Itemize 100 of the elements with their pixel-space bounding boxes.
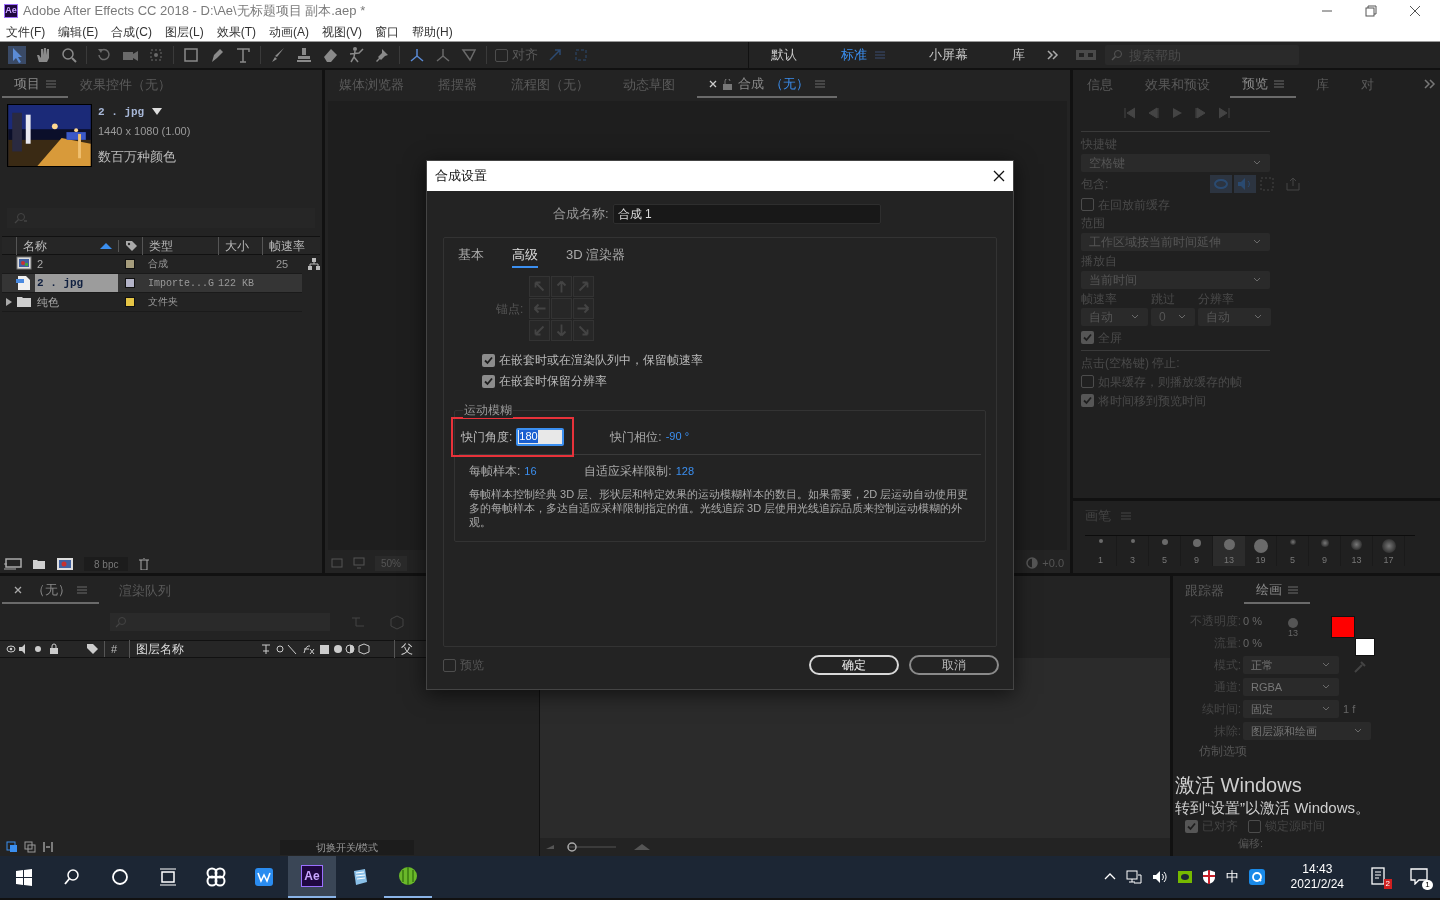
- name-input[interactable]: 合成 1: [612, 204, 881, 224]
- axis-view-icon[interactable]: [460, 46, 478, 64]
- menu-item[interactable]: 视图(V): [322, 22, 362, 41]
- rectangle-icon[interactable]: [182, 46, 200, 64]
- text-tool-icon[interactable]: [234, 46, 252, 64]
- brush-preset[interactable]: 1: [1085, 536, 1117, 566]
- close-icon[interactable]: [1408, 4, 1422, 18]
- chat-app-icon[interactable]: [1248, 869, 1265, 885]
- menu-item[interactable]: 编辑(E): [58, 22, 99, 41]
- brush-preset[interactable]: 9: [1309, 536, 1341, 566]
- gpu-icon[interactable]: [1177, 871, 1192, 883]
- field-value[interactable]: 128: [675, 462, 695, 480]
- panel-tab[interactable]: 预览: [1230, 72, 1296, 98]
- trash-icon[interactable]: [138, 558, 151, 570]
- column-header[interactable]: 大小: [218, 237, 262, 255]
- speaker-toggle-icon[interactable]: [1234, 175, 1256, 193]
- interpret-footage-icon[interactable]: [4, 558, 22, 570]
- project-row[interactable]: 纯色 文件夹: [2, 293, 302, 312]
- shield-icon[interactable]: [1201, 869, 1216, 885]
- clock[interactable]: 14:43 2021/2/24: [1274, 862, 1360, 892]
- network-icon[interactable]: [1125, 870, 1142, 884]
- exposure-icon[interactable]: [1026, 557, 1039, 569]
- menu-item[interactable]: 效果(T): [216, 22, 256, 41]
- brush-preset[interactable]: 19: [1245, 536, 1277, 566]
- menu-item[interactable]: 文件(F): [6, 22, 46, 41]
- menu-item[interactable]: 合成(C): [111, 22, 152, 41]
- new-folder-icon[interactable]: [32, 558, 46, 570]
- panel-tab[interactable]: 合成 （无）: [697, 72, 837, 98]
- chevrons-icon[interactable]: [1424, 78, 1436, 90]
- axis-world-icon[interactable]: [434, 46, 452, 64]
- brush-preset[interactable]: 5: [1277, 536, 1309, 566]
- brush-size: 17: [1383, 555, 1394, 565]
- background-color-swatch[interactable]: [1355, 638, 1375, 656]
- checkbox[interactable]: [482, 374, 495, 388]
- panel-tab[interactable]: （无）: [2, 578, 99, 604]
- pan-behind-icon[interactable]: [147, 46, 165, 64]
- field-value[interactable]: 0 %: [1243, 612, 1262, 630]
- action-center-icon[interactable]: [1410, 867, 1428, 885]
- brush-preset[interactable]: 17: [1373, 536, 1405, 566]
- workspace-tab[interactable]: 标准: [819, 45, 907, 65]
- taskbar-button[interactable]: Ae: [288, 856, 336, 898]
- puppet-icon[interactable]: [347, 46, 365, 64]
- duration-toggle-icon[interactable]: [42, 841, 54, 853]
- stamp-icon[interactable]: [295, 46, 313, 64]
- volume-icon[interactable]: [1151, 870, 1168, 884]
- dialog-tab[interactable]: 高级: [512, 244, 538, 268]
- expand-arrow-icon[interactable]: [5, 298, 13, 306]
- cancel-button[interactable]: 取消: [909, 655, 999, 675]
- transfer-controls-icon[interactable]: [24, 841, 36, 853]
- workspace-tab[interactable]: 库: [990, 45, 1047, 65]
- dropdown[interactable]: RGBA: [1243, 678, 1339, 696]
- menu-item[interactable]: 动画(A): [269, 22, 309, 41]
- close-icon[interactable]: [993, 170, 1005, 182]
- field-value[interactable]: -90 °: [665, 428, 690, 445]
- column-header[interactable]: 名称: [23, 237, 47, 255]
- brush-size: 13: [1224, 555, 1234, 565]
- axis-local-icon[interactable]: [408, 46, 426, 64]
- panel-tab[interactable]: 绘画: [1244, 578, 1310, 604]
- ime-indicator[interactable]: 中: [1225, 867, 1239, 887]
- layer-switches-toggle-icon[interactable]: [6, 841, 18, 853]
- dialog-tab[interactable]: 3D 渲染器: [566, 244, 626, 268]
- new-composition-icon[interactable]: [56, 558, 74, 570]
- brush-icon[interactable]: [269, 46, 287, 64]
- brush-preset[interactable]: 13: [1341, 536, 1373, 566]
- search-icon: [62, 867, 82, 887]
- checkbox[interactable]: [482, 353, 495, 367]
- bit-depth-button[interactable]: 8 bpc: [84, 557, 129, 571]
- shutter-angle-input[interactable]: 180: [516, 427, 565, 446]
- column-header[interactable]: 类型: [142, 237, 218, 255]
- caret-icon[interactable]: [152, 108, 163, 117]
- hand-icon[interactable]: [34, 46, 52, 64]
- close-icon[interactable]: [14, 586, 22, 594]
- brush-preset[interactable]: 3: [1117, 536, 1149, 566]
- switch-modes-button[interactable]: 切换开关/模式: [280, 839, 414, 855]
- field-value[interactable]: 16: [524, 462, 585, 480]
- menu-item[interactable]: 帮助(H): [412, 22, 453, 41]
- restore-icon[interactable]: [1364, 4, 1378, 18]
- project-row[interactable]: 2 . jpg Importe...G 122 KB: [2, 274, 302, 293]
- notes-icon[interactable]: [1370, 867, 1388, 885]
- zoom-icon[interactable]: [60, 46, 78, 64]
- brush-preset[interactable]: 13: [1213, 536, 1245, 566]
- brush-preset[interactable]: 5: [1149, 536, 1181, 566]
- type-cell-text: Importe...G: [147, 276, 215, 291]
- ok-button[interactable]: 确定: [809, 655, 899, 675]
- menu-item[interactable]: 窗口: [375, 22, 399, 41]
- chevrons-icon[interactable]: [1047, 49, 1059, 61]
- column-header[interactable]: 帧速率: [262, 237, 306, 255]
- foreground-color-swatch[interactable]: [1331, 616, 1355, 638]
- eye-toggle-icon[interactable]: [1210, 175, 1232, 193]
- menu-item[interactable]: 图层(L): [165, 22, 204, 41]
- eraser-icon[interactable]: [321, 46, 339, 64]
- search-field[interactable]: [110, 613, 330, 631]
- dropdown[interactable]: 图层源和绘画: [1243, 722, 1371, 740]
- dialog-tab[interactable]: 基本: [458, 244, 484, 268]
- panel-tab[interactable]: 项目: [2, 72, 68, 98]
- workspace-tab[interactable]: 默认: [749, 45, 819, 65]
- workspace-tab[interactable]: 小屏幕: [907, 45, 990, 65]
- dropdown[interactable]: 固定: [1243, 700, 1339, 718]
- field-value[interactable]: 0 %: [1243, 634, 1262, 652]
- menu-icon: [77, 585, 87, 595]
